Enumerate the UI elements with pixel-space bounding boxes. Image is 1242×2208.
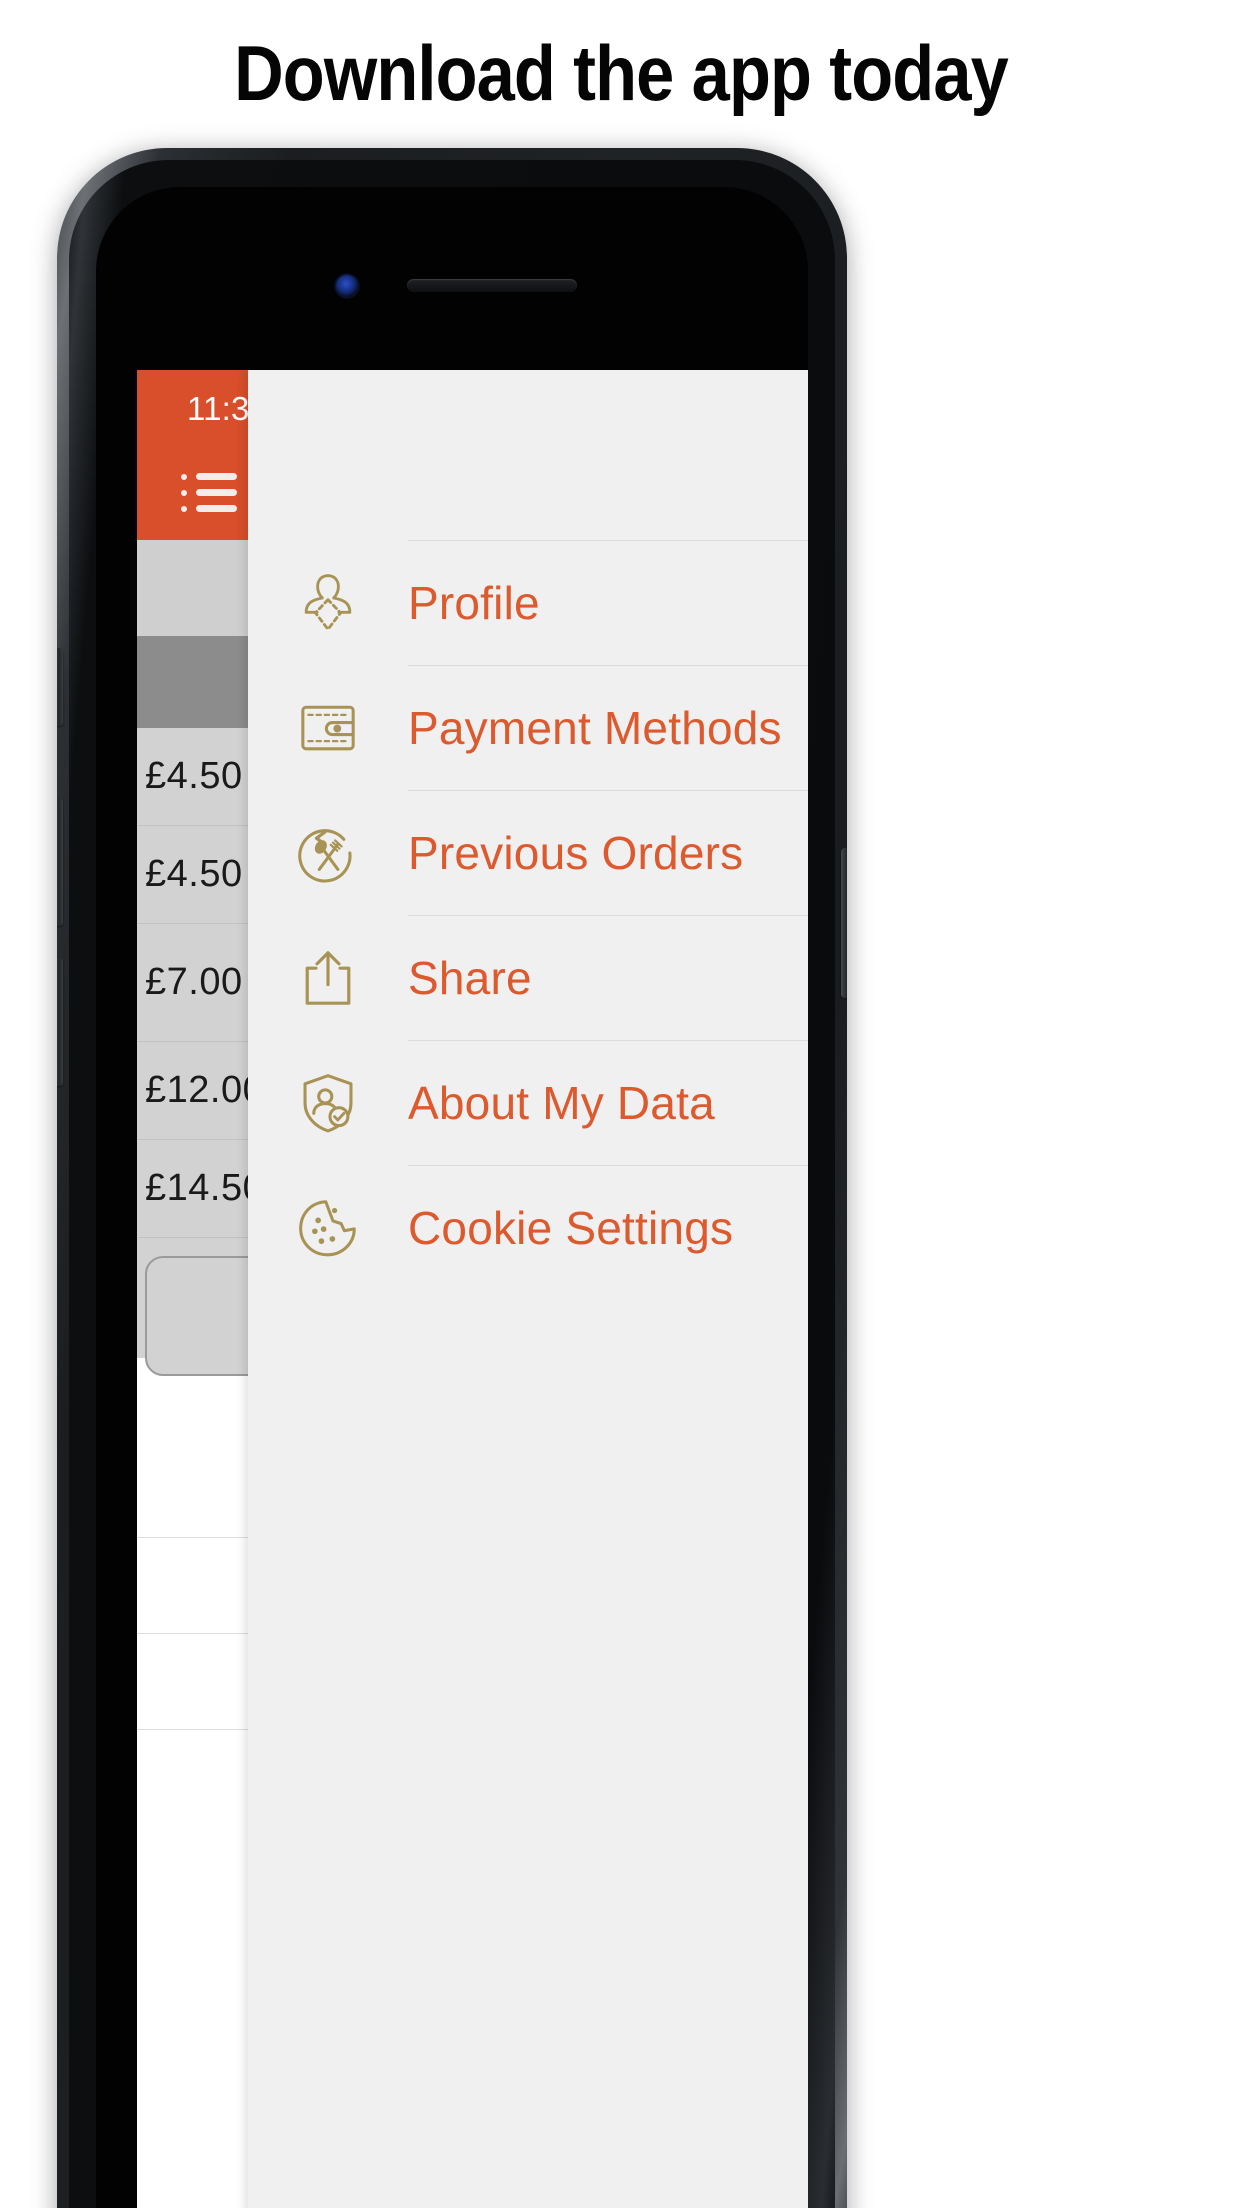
phone-bezel: £4.50 £4.50 £7.00 £12.00 £14.50 11:30 Pr… <box>96 187 808 2208</box>
front-camera-icon <box>336 275 358 297</box>
volume-up-button[interactable] <box>57 798 63 926</box>
power-button[interactable] <box>841 848 847 998</box>
price-value: £12.00 <box>145 1069 265 1111</box>
menu-item-payment-methods[interactable]: Payment Methods <box>248 665 808 790</box>
price-value: £7.00 <box>145 961 243 1003</box>
wallet-icon <box>290 690 366 766</box>
page-root: Download the app today £4.50 £4.50 £7.00… <box>0 0 1242 2208</box>
menu-divider <box>408 915 808 916</box>
menu-item-label: Payment Methods <box>408 701 782 754</box>
page-title: Download the app today <box>234 29 1009 117</box>
earpiece-speaker-icon <box>407 279 577 292</box>
menu-item-label: Share <box>408 951 532 1004</box>
menu-item-profile[interactable]: Profile <box>248 540 808 665</box>
volume-down-button[interactable] <box>57 958 63 1086</box>
menu-item-share[interactable]: Share <box>248 915 808 1040</box>
menu-item-previous-orders[interactable]: Previous Orders <box>248 790 808 915</box>
menu-item-cookie-settings[interactable]: Cookie Settings <box>248 1165 808 1290</box>
drawer-header-spacer <box>248 370 808 540</box>
cookie-icon <box>290 1190 366 1266</box>
phone-screen: £4.50 £4.50 £7.00 £12.00 £14.50 11:30 Pr… <box>137 370 808 2208</box>
menu-divider <box>408 790 808 791</box>
cutlery-refresh-icon <box>290 815 366 891</box>
share-upload-icon <box>290 940 366 1016</box>
price-value: £14.50 <box>145 1167 265 1209</box>
menu-divider <box>408 665 808 666</box>
shield-person-check-icon <box>290 1065 366 1141</box>
hamburger-list-icon[interactable] <box>181 473 237 515</box>
menu-item-label: Previous Orders <box>408 826 744 879</box>
price-value: £4.50 <box>145 755 243 797</box>
menu-item-label: About My Data <box>408 1076 715 1129</box>
phone-inner-frame: £4.50 £4.50 £7.00 £12.00 £14.50 11:30 Pr… <box>69 160 835 2208</box>
price-value: £4.50 <box>145 853 243 895</box>
navigation-drawer: Profile Payment Methods Previous Orders … <box>248 370 808 2208</box>
phone-device-mockup: £4.50 £4.50 £7.00 £12.00 £14.50 11:30 Pr… <box>57 148 847 2208</box>
profile-person-bib-icon <box>290 565 366 641</box>
menu-item-about-my-data[interactable]: About My Data <box>248 1040 808 1165</box>
menu-divider <box>408 1165 808 1166</box>
drawer-menu-list: Profile Payment Methods Previous Orders … <box>248 540 808 1290</box>
menu-divider <box>408 1040 808 1041</box>
mute-switch[interactable] <box>57 648 63 726</box>
menu-item-label: Profile <box>408 576 540 629</box>
menu-item-label: Cookie Settings <box>408 1201 734 1254</box>
menu-divider <box>408 540 808 541</box>
